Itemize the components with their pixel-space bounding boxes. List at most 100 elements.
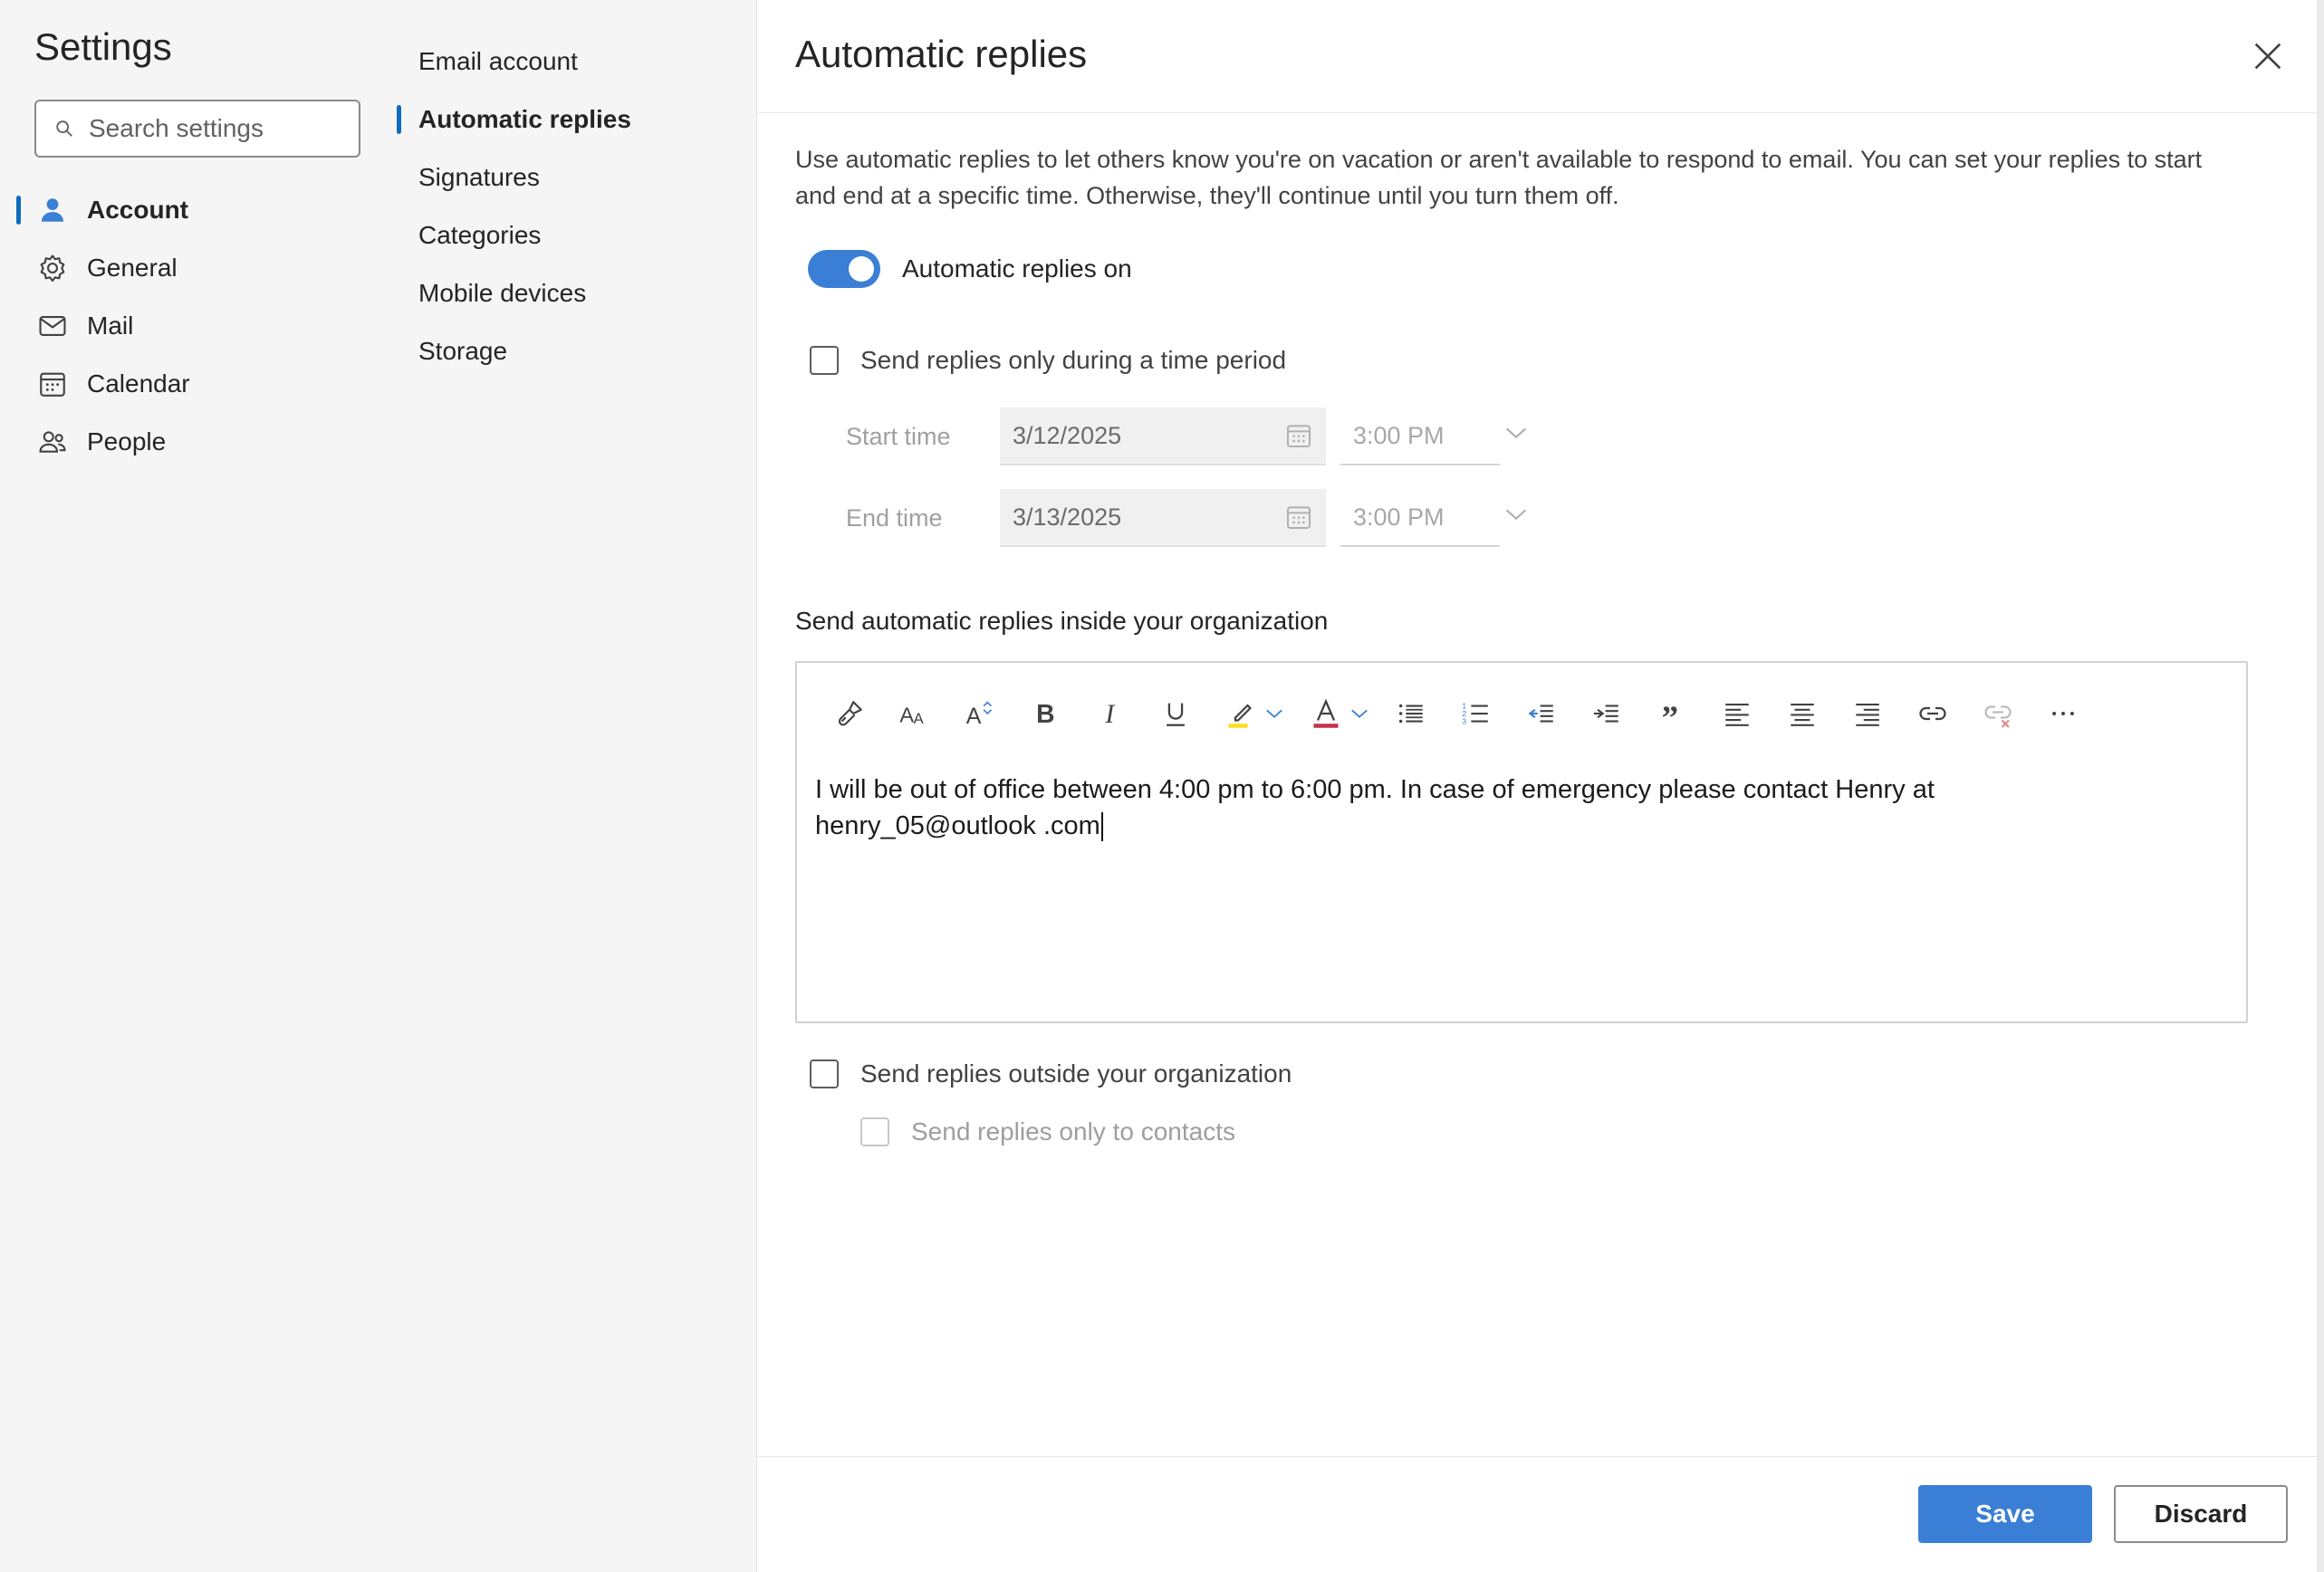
decrease-indent-button[interactable]	[1509, 688, 1574, 739]
chevron-down-icon	[1505, 509, 1527, 521]
nav-item-general[interactable]: General	[0, 239, 397, 297]
align-center-icon	[1791, 704, 1814, 726]
time-period-checkbox[interactable]	[810, 346, 839, 375]
end-time-dropdown[interactable]: 3:00 PM	[1340, 489, 1527, 547]
increase-indent-button[interactable]	[1574, 688, 1639, 739]
format-painter-button[interactable]	[817, 688, 882, 739]
nav-list: Account General Mail Calendar People	[0, 181, 397, 471]
nav-item-label: People	[87, 427, 167, 455]
nav-item-calendar[interactable]: Calendar	[0, 355, 397, 413]
automatic-replies-panel: Automatic replies Use automatic replies …	[757, 0, 2317, 1572]
chevron-down-icon	[1351, 709, 1368, 718]
svg-text:A: A	[914, 710, 925, 727]
contacts-only-checkbox[interactable]	[860, 1117, 889, 1146]
subnav-item-automatic-replies[interactable]: Automatic replies	[397, 91, 757, 149]
italic-button[interactable]: I	[1078, 688, 1143, 739]
start-date-field[interactable]: 3/12/2025	[1000, 407, 1326, 465]
search-icon	[56, 120, 72, 137]
svg-text:”: ”	[1662, 699, 1678, 729]
font-color-dropdown[interactable]	[1348, 688, 1371, 739]
reply-message-editor[interactable]: AA A B I 1 2 3 ” I will be out of office…	[795, 661, 2248, 1023]
svg-text:A: A	[899, 704, 914, 727]
outside-org-checkbox[interactable]	[810, 1059, 839, 1088]
formatting-toolbar: AA A B I 1 2 3 ”	[817, 686, 2096, 741]
svg-text:I: I	[1104, 699, 1116, 729]
auto-replies-toggle[interactable]	[808, 250, 880, 288]
nav-item-label: Calendar	[87, 369, 190, 398]
numbered-list-icon: 123	[1462, 701, 1488, 725]
subnav-item-email-account[interactable]: Email account	[397, 33, 757, 91]
highlight-dropdown[interactable]	[1263, 688, 1286, 739]
quote-button[interactable]: ”	[1639, 688, 1705, 739]
nav-item-label: General	[87, 254, 178, 282]
font-size-button[interactable]: A	[947, 688, 1013, 739]
calendar-icon	[1287, 506, 1311, 529]
close-button[interactable]	[2242, 31, 2293, 81]
save-button[interactable]: Save	[1918, 1485, 2092, 1543]
end-time-label: End time	[846, 503, 943, 532]
discard-button[interactable]: Discard	[2114, 1485, 2288, 1543]
nav-item-account[interactable]: Account	[0, 181, 397, 239]
search-input[interactable]	[89, 114, 342, 143]
align-right-button[interactable]	[1835, 688, 1900, 739]
bullets-button[interactable]	[1378, 688, 1444, 739]
increase-indent-icon	[1593, 705, 1618, 723]
search-box[interactable]	[34, 100, 360, 158]
more-options-button[interactable]	[2031, 688, 2096, 739]
end-date-field[interactable]: 3/13/2025	[1000, 489, 1326, 547]
nav-item-mail[interactable]: Mail	[0, 297, 397, 355]
bold-button[interactable]: B	[1013, 688, 1078, 739]
insert-link-button[interactable]	[1900, 688, 1965, 739]
reply-message-text[interactable]: I will be out of office between 4:00 pm …	[815, 772, 2228, 844]
nav-item-label: Mail	[87, 312, 134, 340]
nav-item-people[interactable]: People	[0, 413, 397, 471]
start-date-value: 3/12/2025	[1013, 421, 1122, 449]
text-caret	[1100, 812, 1103, 842]
people-icon	[36, 426, 69, 458]
outside-org-label: Send replies outside your organization	[860, 1059, 1292, 1088]
chevron-down-icon	[1505, 427, 1527, 439]
subnav-item-storage[interactable]: Storage	[397, 322, 757, 380]
subnav-item-signatures[interactable]: Signatures	[397, 149, 757, 206]
message-line-2: henry_05@outlook .com	[815, 808, 2228, 844]
quote-icon: ”	[1662, 699, 1678, 729]
description-text: Use automatic replies to let others know…	[795, 146, 2203, 209]
gear-icon	[36, 252, 69, 284]
end-time-row: End time 3/13/2025 3:00 PM	[846, 489, 1527, 547]
start-time-dropdown[interactable]: 3:00 PM	[1340, 407, 1527, 465]
nav-item-label: Account	[87, 196, 188, 224]
toggle-label: Automatic replies on	[902, 254, 1132, 283]
calendar-icon	[36, 368, 69, 400]
font-color-icon	[1313, 698, 1339, 728]
footer-divider	[757, 1456, 2317, 1457]
subnav-item-categories[interactable]: Categories	[397, 206, 757, 264]
svg-text:A: A	[966, 704, 982, 729]
mail-icon	[36, 310, 69, 342]
font-button[interactable]: AA	[882, 688, 947, 739]
align-center-button[interactable]	[1770, 688, 1835, 739]
contacts-only-label: Send replies only to contacts	[911, 1117, 1235, 1145]
align-left-icon	[1725, 704, 1749, 726]
settings-title: Settings	[34, 25, 172, 68]
auto-replies-toggle-row: Automatic replies on	[808, 250, 1132, 288]
bulleted-list-icon	[1398, 704, 1423, 724]
chevron-down-icon	[1266, 709, 1282, 718]
start-time-value: 3:00 PM	[1353, 421, 1445, 449]
message-line-1: I will be out of office between 4:00 pm …	[815, 775, 1935, 804]
unlink-icon	[1984, 705, 2012, 728]
align-left-button[interactable]	[1705, 688, 1770, 739]
contacts-only-row: Send replies only to contacts	[860, 1117, 1235, 1146]
page-scrollbar[interactable]	[2317, 0, 2324, 1572]
end-date-value: 3/13/2025	[1013, 503, 1122, 531]
start-time-label: Start time	[846, 422, 951, 450]
account-subnav: Email account Automatic replies Signatur…	[397, 0, 757, 1572]
italic-icon: I	[1104, 699, 1116, 729]
page-title: Automatic replies	[795, 33, 1088, 75]
subnav-item-mobile-devices[interactable]: Mobile devices	[397, 264, 757, 322]
svg-text:B: B	[1036, 700, 1054, 729]
highlighter-icon	[1228, 704, 1252, 728]
remove-link-button[interactable]	[1965, 688, 2031, 739]
numbering-button[interactable]: 123	[1444, 688, 1509, 739]
align-right-icon	[1856, 704, 1879, 726]
underline-button[interactable]	[1143, 688, 1208, 739]
